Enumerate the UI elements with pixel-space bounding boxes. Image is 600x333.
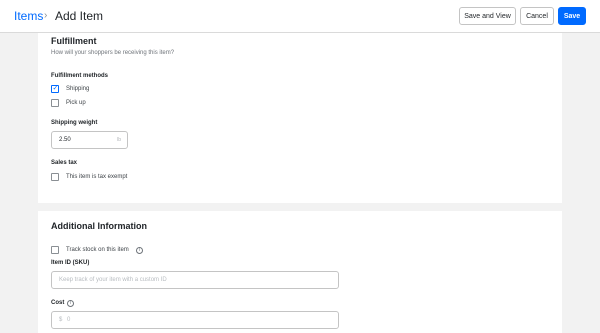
- shipping-checkbox[interactable]: ✓: [51, 85, 59, 93]
- pickup-checkbox[interactable]: [51, 99, 59, 107]
- save-and-view-button[interactable]: Save and View: [459, 7, 516, 25]
- sku-label: Item ID (SKU): [51, 260, 90, 266]
- fulfillment-methods-label: Fulfillment methods: [51, 73, 108, 79]
- cost-currency-prefix: $: [59, 317, 63, 323]
- checkmark-icon: ✓: [52, 85, 59, 92]
- cancel-button[interactable]: Cancel: [520, 7, 554, 25]
- additional-information-card: Additional Information Track stock on th…: [38, 211, 562, 333]
- cost-value: 0: [67, 317, 71, 323]
- shipping-option-label: Shipping: [66, 86, 90, 92]
- breadcrumb-chevron-icon: ›: [44, 10, 48, 21]
- tax-exempt-label: This item is tax exempt: [66, 174, 128, 180]
- sku-input[interactable]: Keep track of your item with a custom ID: [51, 271, 339, 289]
- cost-label: Cost: [51, 300, 65, 306]
- fulfillment-card: Fulfillment How will your shoppers be re…: [38, 33, 562, 203]
- shipping-weight-input[interactable]: 2.50 lb: [51, 131, 128, 149]
- breadcrumb-items-link[interactable]: Items: [14, 9, 43, 23]
- track-stock-checkbox[interactable]: [51, 246, 59, 254]
- shipping-weight-unit: lb: [117, 137, 121, 143]
- track-stock-info-icon[interactable]: i: [136, 247, 143, 254]
- cost-input[interactable]: $ 0: [51, 311, 339, 329]
- fulfillment-subtitle: How will your shoppers be receiving this…: [51, 50, 175, 56]
- fulfillment-title: Fulfillment: [51, 36, 97, 46]
- sales-tax-label: Sales tax: [51, 160, 78, 166]
- tax-exempt-checkbox[interactable]: [51, 173, 59, 181]
- cost-info-icon[interactable]: i: [67, 300, 74, 307]
- save-button[interactable]: Save: [558, 7, 586, 25]
- additional-information-title: Additional Information: [51, 221, 147, 231]
- shipping-weight-label: Shipping weight: [51, 120, 98, 126]
- sku-placeholder: Keep track of your item with a custom ID: [59, 277, 167, 283]
- pickup-option-label: Pick up: [66, 100, 86, 106]
- track-stock-label: Track stock on this item: [66, 247, 129, 253]
- shipping-weight-value: 2.50: [59, 137, 71, 143]
- top-bar: Items › Add Item Save and View Cancel Sa…: [0, 0, 600, 33]
- page-title: Add Item: [55, 9, 104, 23]
